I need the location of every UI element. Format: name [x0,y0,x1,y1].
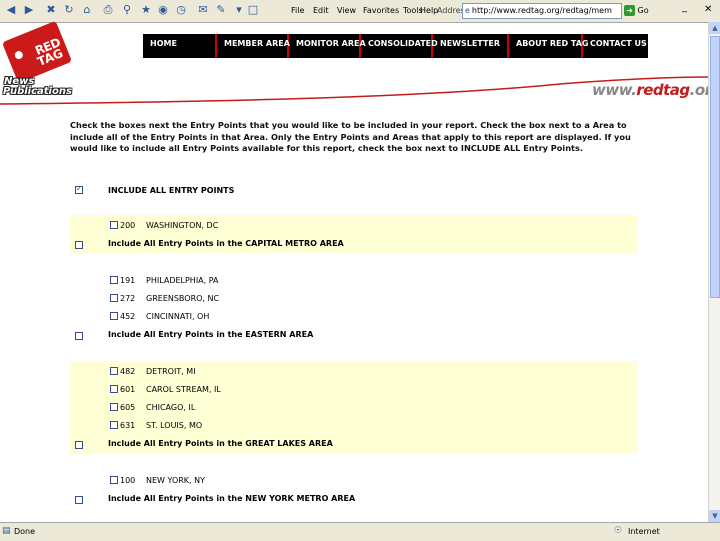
area-label: Include All Entry Points in the EASTERN … [108,330,314,339]
nav-monitor-area[interactable]: MONITOR AREA [289,34,366,58]
dropdown-icon[interactable]: ▾ [232,3,246,17]
site-url-prefix: www. [592,81,637,99]
entry-point-checkbox[interactable] [110,276,118,284]
entry-point-name: CINCINNATI, OH [146,312,210,321]
discuss-icon[interactable]: □ [246,3,260,17]
entry-point-checkbox[interactable] [110,403,118,411]
favorites-icon[interactable]: ★ [139,3,153,17]
address-bar[interactable]: e http://www.redtag.org/redtag/mem [462,3,622,19]
scroll-thumb[interactable] [710,36,720,298]
go-label: Go [637,6,649,15]
menu-view[interactable]: View [337,6,356,15]
site-url: www.redtag.org [592,81,720,99]
vertical-scrollbar[interactable]: ▲ ▼ [708,22,720,522]
menu-file[interactable]: File [291,6,304,15]
mail-icon[interactable]: ✉ [196,3,210,17]
nav-home[interactable]: HOME [143,34,217,58]
print-icon[interactable]: ⎙ [101,3,115,17]
entry-point-name: NEW YORK, NY [146,476,205,485]
entry-point-code: 631 [120,421,136,430]
include-all-label: INCLUDE ALL ENTRY POINTS [108,186,235,195]
entry-point-name: CHICAGO, IL [146,403,196,412]
go-button[interactable]: ➜ Go [624,3,668,18]
entry-point-code: 200 [120,221,136,230]
nav-about-red-tag[interactable]: ABOUT RED TAG [509,34,588,58]
area-label: Include All Entry Points in the GREAT LA… [108,439,333,448]
go-arrow-icon: ➜ [624,5,635,16]
status-bar: ▤ Done ☉ Internet [0,522,720,541]
close-icon[interactable]: ✕ [704,4,712,15]
entry-point-code: 605 [120,403,136,412]
window-controls: _ ✕ [680,2,720,20]
entry-point-checkbox[interactable] [110,312,118,320]
minimize-icon[interactable]: _ [682,2,687,13]
site-url-brand: redtag [636,81,690,99]
scroll-up-icon[interactable]: ▲ [709,22,720,34]
entry-point-checkbox[interactable] [110,385,118,393]
entry-point-code: 452 [120,312,136,321]
entry-point-name: PHILADELPHIA, PA [146,276,219,285]
nav-consolidated[interactable]: CONSOLIDATED [361,34,438,58]
entry-point-code: 601 [120,385,136,394]
media-icon[interactable]: ◉ [156,3,170,17]
area-label: Include All Entry Points in the CAPITAL … [108,239,344,248]
entry-point-code: 482 [120,367,136,376]
tag-hole [13,49,25,61]
status-text: Done [14,527,36,536]
page-done-icon: ▤ [2,526,11,536]
entry-point-code: 191 [120,276,136,285]
entry-point-checkbox[interactable] [110,367,118,375]
forward-icon[interactable]: ▶ [22,3,36,17]
entry-point-code: 100 [120,476,136,485]
browser-toolbar: ◀ ▶ ✖ ↻ ⌂ ⎙ ⚲ ★ ◉ ◷ ✉ ✎ ▾ □ File Edit Vi… [0,0,720,23]
internet-zone-icon: ☉ [614,526,623,536]
entry-point-checkbox[interactable] [110,221,118,229]
entry-point-name: ST. LOUIS, MO [146,421,203,430]
nav-contact-us[interactable]: CONTACT US [583,34,648,58]
area-checkbox[interactable] [75,496,83,504]
area-checkbox[interactable] [75,241,83,249]
zone-text: Internet [628,527,660,536]
area-checkbox[interactable] [75,332,83,340]
include-all-checkbox[interactable] [75,184,83,194]
entry-point-checkbox[interactable] [110,476,118,484]
stop-icon[interactable]: ✖ [44,3,58,17]
entry-point-name: GREENSBORO, NC [146,294,220,303]
entry-point-name: DETROIT, MI [146,367,196,376]
area-checkbox[interactable] [75,441,83,449]
instructions-text: Check the boxes next the Entry Points th… [70,120,631,153]
menu-help[interactable]: Help [420,6,438,15]
entry-point-checkbox[interactable] [110,294,118,302]
scroll-down-icon[interactable]: ▼ [709,510,720,522]
entry-point-name: CAROL STREAM, IL [146,385,221,394]
entry-point-name: WASHINGTON, DC [146,221,219,230]
area-label: Include All Entry Points in the NEW YORK… [108,494,356,503]
refresh-icon[interactable]: ↻ [62,3,76,17]
tag-shape-icon: RED TAG [1,20,73,84]
entry-point-code: 272 [120,294,136,303]
page-icon: e [465,6,470,15]
address-value: http://www.redtag.org/redtag/mem [471,6,612,15]
menu-edit[interactable]: Edit [313,6,329,15]
home-icon[interactable]: ⌂ [80,3,94,17]
menu-favorites[interactable]: Favorites [363,6,399,15]
search-icon[interactable]: ⚲ [120,3,134,17]
entry-point-checkbox[interactable] [110,421,118,429]
edit-page-icon[interactable]: ✎ [214,3,228,17]
back-icon[interactable]: ◀ [4,3,18,17]
main-nav: HOME MEMBER AREA MONITOR AREA CONSOLIDAT… [143,34,648,58]
history-icon[interactable]: ◷ [174,3,188,17]
nav-newsletter[interactable]: NEWSLETTER [433,34,509,58]
nav-member-area[interactable]: MEMBER AREA [217,34,290,58]
